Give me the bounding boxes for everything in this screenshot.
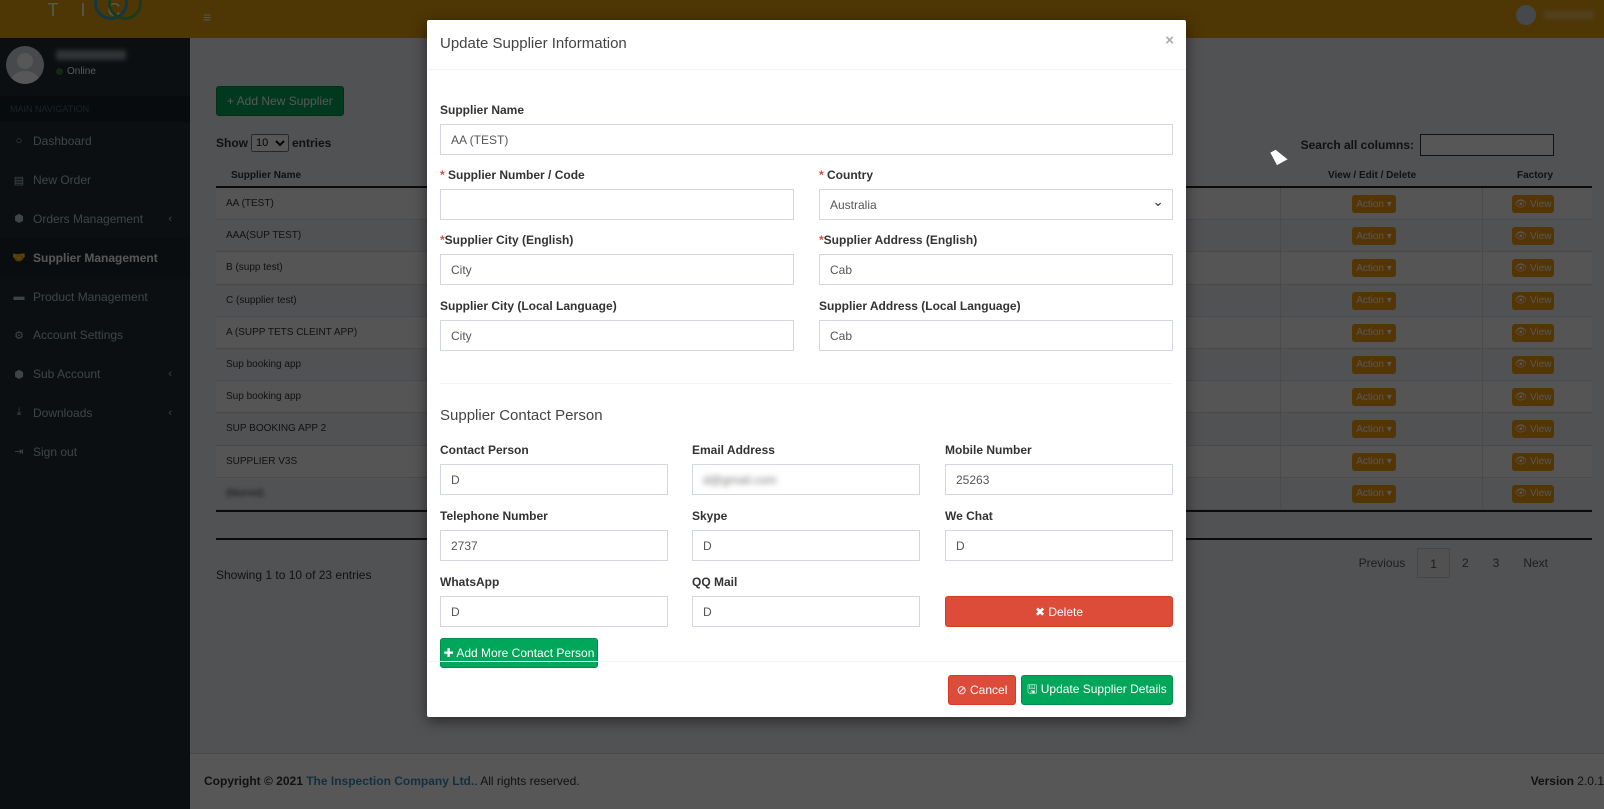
email-label: Email Address [692, 443, 775, 457]
country-label: * Country [819, 168, 874, 182]
skype-label: Skype [692, 509, 728, 523]
country-select[interactable]: Australia [819, 189, 1173, 220]
mobile-label: Mobile Number [945, 443, 1032, 457]
contact-person-label: Contact Person [440, 443, 529, 457]
modal-title: Update Supplier Information [440, 35, 627, 52]
qqmail-label: QQ Mail [692, 575, 738, 589]
address-local-input[interactable]: Cab [819, 320, 1173, 351]
city-english-label: *Supplier City (English) [440, 233, 574, 247]
wechat-label: We Chat [945, 509, 993, 523]
city-english-input[interactable]: City [440, 254, 794, 285]
modal-header: Update Supplier Information × [427, 20, 1186, 70]
address-local-label: Supplier Address (Local Language) [819, 299, 1021, 313]
update-supplier-modal: Update Supplier Information × Supplier N… [427, 20, 1186, 717]
telephone-input[interactable]: 2737 [440, 530, 668, 561]
modal-footer: ⊘ Cancel 🖫 Update Supplier Details [427, 661, 1186, 717]
city-local-label: Supplier City (Local Language) [440, 299, 617, 313]
skype-input[interactable]: D [692, 530, 920, 561]
whatsapp-label: WhatsApp [440, 575, 500, 589]
cancel-button[interactable]: ⊘ Cancel [948, 675, 1016, 705]
address-english-label: *Supplier Address (English) [819, 233, 978, 247]
whatsapp-input[interactable]: D [440, 596, 668, 627]
email-input[interactable]: d@gmail.com [692, 464, 920, 495]
supplier-name-label: Supplier Name [440, 103, 525, 117]
wechat-input[interactable]: D [945, 530, 1173, 561]
contact-person-input[interactable]: D [440, 464, 668, 495]
mobile-input[interactable]: 25263 [945, 464, 1173, 495]
contact-section-title: Supplier Contact Person [440, 407, 603, 424]
qqmail-input[interactable]: D [692, 596, 920, 627]
update-supplier-details-button[interactable]: 🖫 Update Supplier Details [1021, 675, 1173, 705]
telephone-label: Telephone Number [440, 509, 548, 523]
city-local-input[interactable]: City [440, 320, 794, 351]
address-english-input[interactable]: Cab [819, 254, 1173, 285]
supplier-name-input[interactable]: AA (TEST) [440, 124, 1173, 155]
delete-contact-button[interactable]: ✖ Delete [945, 596, 1173, 627]
email-value: d@gmail.com [703, 472, 777, 487]
supplier-code-label: * Supplier Number / Code [440, 168, 585, 182]
close-icon[interactable]: × [1165, 32, 1174, 49]
supplier-code-input[interactable] [440, 189, 794, 220]
section-divider [440, 383, 1173, 384]
